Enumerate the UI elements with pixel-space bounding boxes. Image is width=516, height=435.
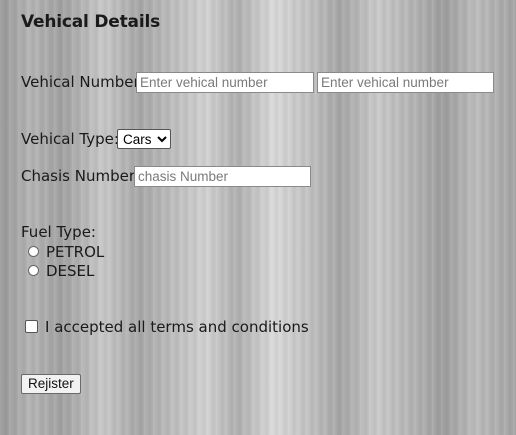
vehicle-number-input-1[interactable] (136, 72, 314, 93)
chassis-number-input[interactable] (134, 166, 311, 187)
register-button[interactable]: Rejister (21, 374, 81, 394)
vehicle-number-input-2[interactable] (317, 72, 494, 93)
vehicle-number-label: Vehical Number (21, 73, 140, 91)
fuel-type-label: Fuel Type: (21, 223, 96, 241)
fuel-type-petrol-label: PETROL (46, 243, 105, 261)
fuel-type-petrol-radio[interactable] (28, 246, 39, 257)
form-title: Vehical Details (21, 12, 160, 32)
chassis-number-label: Chasis Number: (21, 167, 140, 185)
fuel-type-desel-label: DESEL (46, 262, 95, 280)
fuel-type-desel-radio[interactable] (28, 265, 39, 276)
brushed-metal-background (0, 0, 516, 435)
vehicle-type-select[interactable]: Cars (117, 129, 171, 149)
terms-label: I accepted all terms and conditions (45, 318, 309, 336)
terms-checkbox[interactable] (25, 320, 38, 333)
vehicle-type-label: Vehical Type: (21, 130, 119, 148)
